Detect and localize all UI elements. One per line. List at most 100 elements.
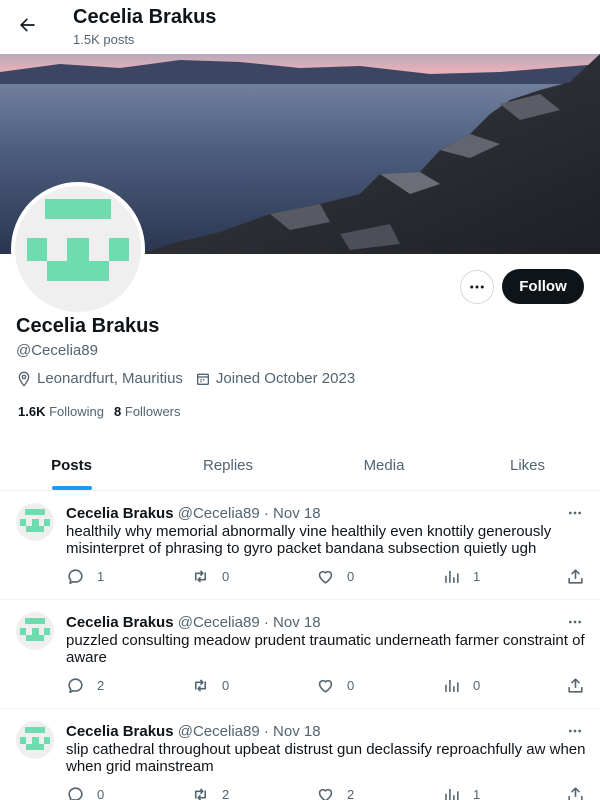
more-options-button[interactable] (460, 270, 494, 304)
more-horizontal-icon (569, 729, 581, 733)
tab-replies[interactable]: Replies (143, 440, 313, 490)
post-item[interactable]: Cecelia Brakus @Cecelia89 · Nov 18 healt… (0, 491, 600, 600)
views-button[interactable]: 0 (442, 676, 480, 695)
repost-button[interactable]: 0 (191, 567, 229, 586)
profile-tabs: Posts Replies Media Likes (0, 440, 600, 491)
reply-button[interactable]: 1 (66, 567, 104, 586)
profile-joined: Joined October 2023 (195, 370, 355, 387)
reply-icon (68, 787, 83, 800)
post-author-handle[interactable]: @Cecelia89 (178, 723, 260, 740)
like-count: 0 (347, 678, 355, 693)
tab-media[interactable]: Media (313, 440, 455, 490)
post-author-name[interactable]: Cecelia Brakus (66, 723, 174, 740)
follow-stats: 1.6K Following 8 Followers (18, 404, 191, 419)
share-icon (568, 787, 583, 800)
profile-handle: @Cecelia89 (16, 342, 98, 359)
post-more-button[interactable] (564, 503, 586, 523)
share-icon (568, 678, 583, 693)
location-text: Leonardfurt, Mauritius (37, 370, 183, 387)
post-date[interactable]: Nov 18 (273, 723, 321, 740)
more-horizontal-icon (569, 620, 581, 624)
bar-chart-icon (445, 570, 459, 583)
post-feed: Cecelia Brakus @Cecelia89 · Nov 18 healt… (0, 491, 600, 800)
more-horizontal-icon (569, 511, 581, 515)
reply-icon (68, 678, 83, 694)
more-horizontal-icon (470, 285, 484, 289)
repost-count: 0 (222, 678, 230, 693)
post-header: Cecelia Brakus @Cecelia89 · Nov 18 (66, 614, 321, 631)
post-header: Cecelia Brakus @Cecelia89 · Nov 18 (66, 505, 321, 522)
like-button[interactable]: 2 (316, 785, 354, 800)
post-item[interactable]: Cecelia Brakus @Cecelia89 · Nov 18 puzzl… (0, 600, 600, 709)
post-date[interactable]: Nov 18 (273, 614, 321, 631)
header-title: Cecelia Brakus (73, 6, 217, 28)
post-author-name[interactable]: Cecelia Brakus (66, 614, 174, 631)
like-count: 0 (347, 569, 355, 584)
post-item[interactable]: Cecelia Brakus @Cecelia89 · Nov 18 slip … (0, 709, 600, 800)
post-date[interactable]: Nov 18 (273, 505, 321, 522)
following-label: Following (49, 404, 105, 419)
heart-icon (318, 679, 333, 693)
share-button[interactable] (566, 785, 597, 800)
post-actions: 1 0 0 1 (66, 567, 590, 587)
post-more-button[interactable] (564, 721, 586, 741)
profile-meta: Leonardfurt, Mauritius Joined October 20… (16, 370, 367, 387)
repost-button[interactable]: 0 (191, 676, 229, 695)
joined-text: Joined October 2023 (215, 370, 356, 387)
tab-label: Posts (51, 456, 92, 474)
post-text: slip cathedral throughout upbeat distrus… (66, 741, 586, 775)
followers-count: 8 (114, 404, 122, 419)
view-count: 1 (473, 787, 481, 800)
post-separator: · (263, 614, 269, 631)
post-text: healthily why memorial abnormally vine h… (66, 523, 552, 557)
arrow-left-icon (20, 18, 35, 32)
post-separator: · (263, 723, 269, 740)
top-bar: Cecelia Brakus 1.5K posts (0, 0, 600, 54)
post-actions: 0 2 2 1 (66, 785, 590, 800)
reply-count: 0 (97, 787, 105, 800)
back-button[interactable] (12, 10, 42, 40)
heart-icon (318, 788, 333, 800)
share-button[interactable] (566, 567, 597, 586)
post-header: Cecelia Brakus @Cecelia89 · Nov 18 (66, 723, 321, 740)
view-count: 1 (473, 569, 481, 584)
repost-icon (194, 570, 207, 583)
tab-label: Replies (202, 456, 254, 474)
tab-posts[interactable]: Posts (0, 440, 143, 490)
follow-button[interactable]: Follow (502, 269, 584, 304)
repost-icon (194, 679, 207, 692)
like-button[interactable]: 0 (316, 676, 354, 695)
view-count: 0 (473, 678, 481, 693)
post-author-handle[interactable]: @Cecelia89 (178, 505, 260, 522)
tab-likes[interactable]: Likes (455, 440, 600, 490)
post-author-handle[interactable]: @Cecelia89 (178, 614, 260, 631)
header-post-count: 1.5K posts (73, 32, 135, 47)
reply-button[interactable]: 2 (66, 676, 104, 695)
repost-icon (194, 788, 207, 800)
share-button[interactable] (566, 676, 597, 695)
like-button[interactable]: 0 (316, 567, 354, 586)
profile-display-name: Cecelia Brakus (16, 315, 160, 337)
post-avatar[interactable] (16, 721, 54, 759)
location-pin-icon (18, 371, 30, 387)
profile-avatar[interactable] (11, 182, 145, 316)
share-icon (568, 569, 583, 584)
post-separator: · (263, 505, 269, 522)
reply-icon (68, 569, 83, 585)
reply-count: 1 (97, 569, 105, 584)
like-count: 2 (347, 787, 355, 800)
views-button[interactable]: 1 (442, 567, 480, 586)
tab-label: Likes (509, 456, 546, 474)
post-author-name[interactable]: Cecelia Brakus (66, 505, 174, 522)
following-count: 1.6K (18, 404, 46, 419)
following-link[interactable]: 1.6K Following (18, 404, 104, 419)
followers-label: Followers (124, 404, 181, 419)
followers-link[interactable]: 8 Followers (114, 404, 180, 419)
repost-button[interactable]: 2 (191, 785, 229, 800)
active-tab-indicator (51, 486, 92, 490)
post-avatar[interactable] (16, 503, 54, 541)
views-button[interactable]: 1 (442, 785, 480, 800)
post-avatar[interactable] (16, 612, 54, 650)
post-more-button[interactable] (564, 612, 586, 632)
reply-button[interactable]: 0 (66, 785, 104, 800)
